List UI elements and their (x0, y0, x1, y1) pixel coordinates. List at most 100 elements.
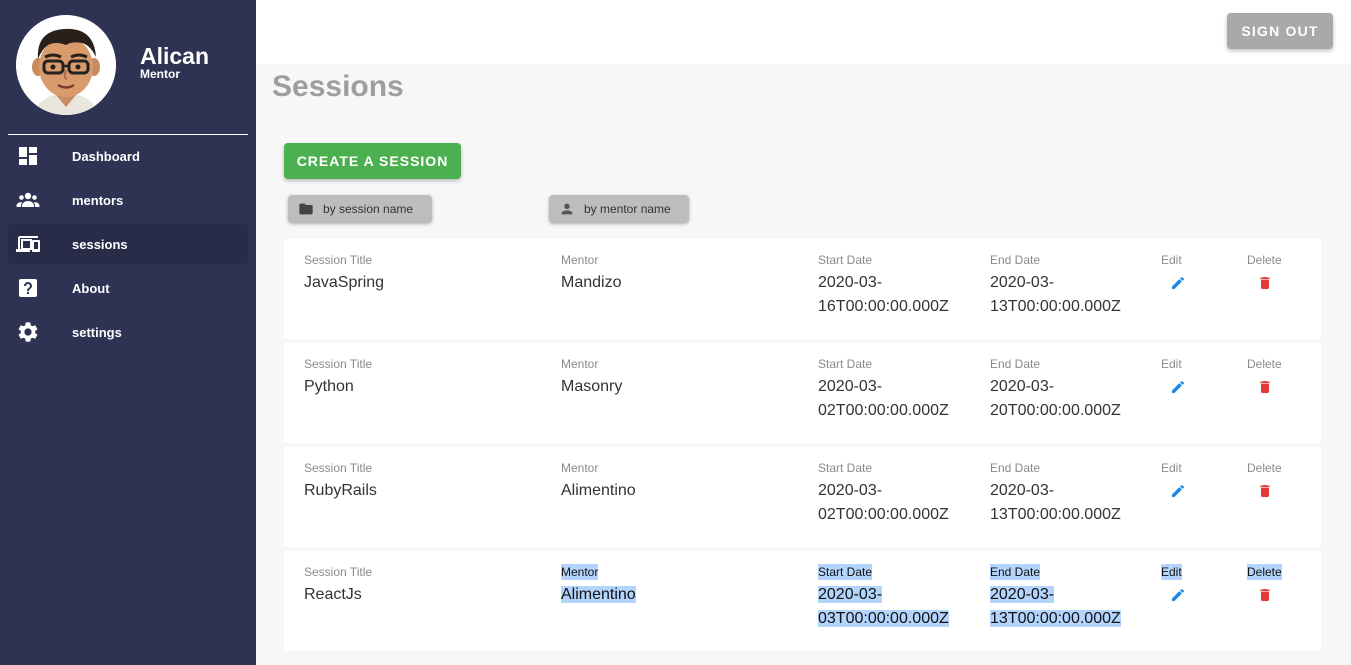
column-label: Session Title (304, 565, 373, 579)
sidebar-item-about[interactable]: About (8, 268, 248, 308)
filter-label: by session name (323, 202, 414, 216)
delete-cell: Delete (1247, 355, 1307, 395)
page-title: Sessions (272, 70, 404, 103)
column-label: Edit (1161, 564, 1182, 580)
pencil-icon[interactable] (1170, 483, 1186, 499)
column-label: Mentor (561, 357, 599, 371)
end-date-cell: End Date 2020-03- 13T00:00:00.000Z (990, 251, 1140, 319)
delete-cell: Delete (1247, 459, 1307, 499)
create-session-button[interactable]: CREATE A SESSION (284, 143, 461, 179)
filter-by-session-button[interactable]: by session name (288, 195, 432, 223)
start-date-line: 16T00:00:00.000Z (818, 298, 949, 315)
end-date-cell: End Date 2020-03- 13T00:00:00.000Z (990, 459, 1140, 527)
pencil-icon[interactable] (1170, 587, 1186, 603)
start-date: 2020-03- 16T00:00:00.000Z (818, 271, 968, 319)
filter-label: by mentor name (584, 202, 671, 216)
sidebar-item-label: About (72, 280, 110, 296)
column-label: Session Title (304, 253, 373, 267)
end-date-cell: End Date 2020-03- 20T00:00:00.000Z (990, 355, 1140, 423)
column-label: Delete (1247, 357, 1282, 371)
sidebar-item-mentors[interactable]: mentors (8, 180, 248, 220)
end-date: 2020-03- 20T00:00:00.000Z (990, 375, 1140, 423)
pencil-icon[interactable] (1170, 275, 1186, 291)
start-date-cell: Start Date 2020-03- 16T00:00:00.000Z (818, 251, 968, 319)
filter-by-mentor-button[interactable]: by mentor name (549, 195, 689, 223)
sidebar-item-label: sessions (72, 236, 128, 252)
end-date: 2020-03- 13T00:00:00.000Z (990, 479, 1140, 527)
mentor-cell: Mentor Mandizo (561, 251, 801, 295)
sidebar: Alican Mentor Dashboard mentors sessions… (0, 0, 256, 665)
column-label: Start Date (818, 253, 873, 267)
end-date-line: 13T00:00:00.000Z (990, 610, 1121, 627)
start-date: 2020-03- 03T00:00:00.000Z (818, 583, 968, 631)
edit-cell: Edit (1161, 459, 1201, 499)
dashboard-icon (19, 147, 37, 165)
person-icon (561, 203, 573, 215)
monitor-icon (16, 236, 40, 252)
column-label: Session Title (304, 357, 373, 371)
column-label: Start Date (818, 357, 873, 371)
help-icon (19, 279, 37, 297)
start-date-line: 03T00:00:00.000Z (818, 610, 949, 627)
sidebar-item-dashboard[interactable]: Dashboard (8, 136, 248, 176)
column-label: Session Title (304, 461, 373, 475)
end-date-line: 13T00:00:00.000Z (990, 506, 1121, 523)
end-date: 2020-03- 13T00:00:00.000Z (990, 583, 1140, 631)
column-label: Start Date (818, 564, 873, 580)
trash-icon[interactable] (1257, 587, 1273, 603)
column-label: Edit (1161, 253, 1182, 267)
edit-cell: Edit (1161, 251, 1201, 291)
end-date-cell: End Date 2020-03- 13T00:00:00.000Z (990, 563, 1140, 631)
start-date-cell: Start Date 2020-03- 02T00:00:00.000Z (818, 459, 968, 527)
mentor-cell: Mentor Alimentino (561, 563, 801, 607)
sidebar-nav: Dashboard mentors sessions About setting… (8, 136, 248, 356)
start-date-line: 2020-03- (818, 274, 883, 291)
end-date-line: 2020-03- (990, 274, 1055, 291)
start-date-line: 02T00:00:00.000Z (818, 506, 949, 523)
column-label: Mentor (561, 461, 599, 475)
user-role: Mentor (140, 67, 180, 81)
mentor-name: Mandizo (561, 274, 622, 291)
avatar (16, 15, 116, 115)
trash-icon[interactable] (1257, 379, 1273, 395)
mentor-cell: Mentor Alimentino (561, 459, 801, 503)
pencil-icon[interactable] (1170, 379, 1186, 395)
session-title-cell: Session Title Python (304, 355, 544, 399)
people-icon (16, 192, 40, 207)
end-date-line: 2020-03- (990, 482, 1055, 499)
trash-icon[interactable] (1257, 483, 1273, 499)
delete-cell: Delete (1247, 251, 1307, 291)
column-label: Mentor (561, 564, 599, 580)
start-date-cell: Start Date 2020-03- 03T00:00:00.000Z (818, 563, 968, 631)
start-date: 2020-03- 02T00:00:00.000Z (818, 479, 968, 527)
column-label: Edit (1161, 461, 1182, 475)
column-label: Edit (1161, 357, 1182, 371)
session-title: RubyRails (304, 482, 377, 499)
end-date: 2020-03- 13T00:00:00.000Z (990, 271, 1140, 319)
session-title-cell: Session Title JavaSpring (304, 251, 544, 295)
sidebar-item-settings[interactable]: settings (8, 312, 248, 352)
column-label: Delete (1247, 461, 1282, 475)
start-date: 2020-03- 02T00:00:00.000Z (818, 375, 968, 423)
edit-cell: Edit (1161, 355, 1201, 395)
session-title: JavaSpring (304, 274, 385, 291)
end-date-line: 2020-03- (990, 586, 1055, 603)
sidebar-item-label: settings (72, 324, 122, 340)
sidebar-item-sessions[interactable]: sessions (8, 224, 248, 264)
sign-out-button[interactable]: SIGN OUT (1227, 13, 1333, 49)
user-name: Alican (140, 43, 210, 69)
trash-icon[interactable] (1257, 275, 1273, 291)
folder-icon (299, 203, 313, 215)
mentor-name-text: Alimentino (561, 586, 636, 603)
mentor-cell: Mentor Masonry (561, 355, 801, 399)
session-card: Session Title ReactJs Mentor Alimentino … (284, 551, 1321, 651)
mentor-name: Masonry (561, 378, 623, 395)
gear-icon (18, 322, 38, 342)
mentor-name: Alimentino (561, 482, 636, 499)
column-label: Delete (1247, 253, 1282, 267)
end-date-line: 20T00:00:00.000Z (990, 402, 1121, 419)
column-label: Mentor (561, 253, 599, 267)
edit-cell: Edit (1161, 563, 1201, 603)
end-date-line: 2020-03- (990, 378, 1055, 395)
top-bar: SIGN OUT (256, 0, 1351, 64)
